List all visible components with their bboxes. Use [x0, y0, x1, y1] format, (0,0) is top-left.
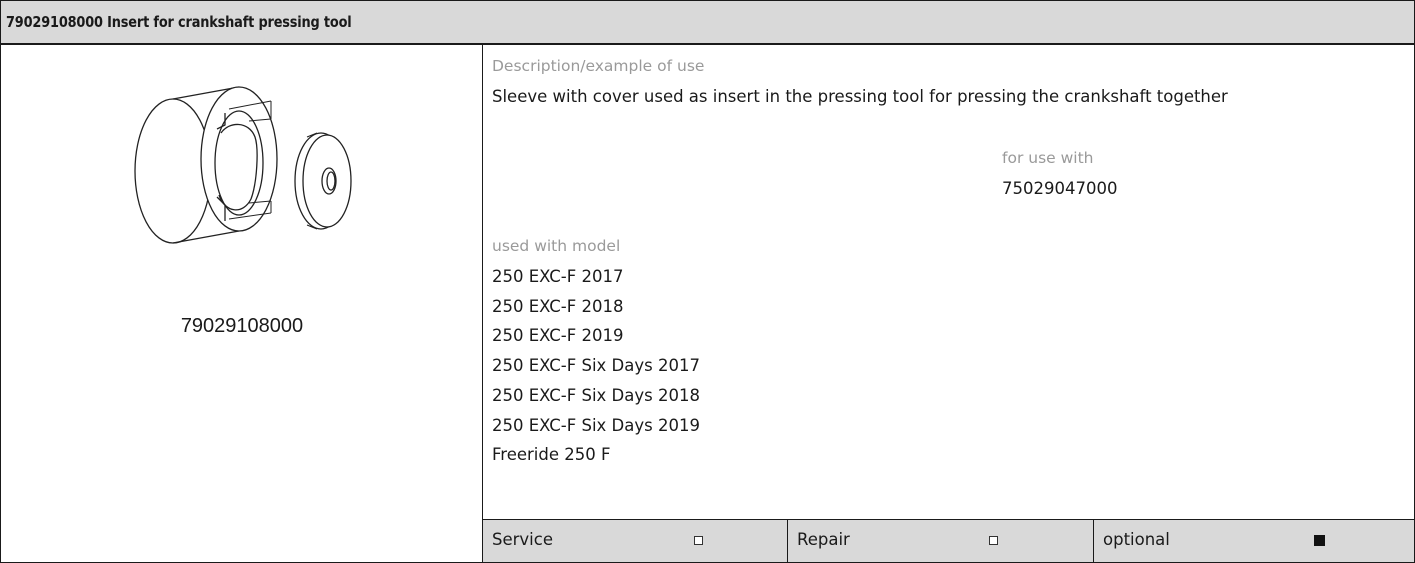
- repair-label: Repair: [797, 530, 850, 549]
- service-label: Service: [492, 530, 553, 549]
- sheet-header: 79029108000 Insert for crankshaft pressi…: [1, 1, 1414, 45]
- models-label: used with model: [492, 237, 621, 255]
- sleeve-and-cover-drawing-icon: [134, 86, 352, 244]
- model-item: 250 EXC-F 2018: [492, 297, 624, 316]
- description-text: Sleeve with cover used as insert in the …: [492, 87, 1228, 106]
- description-label: Description/example of use: [492, 57, 705, 75]
- model-item: 250 EXC-F Six Days 2018: [492, 386, 700, 405]
- repair-checkbox[interactable]: [989, 536, 998, 545]
- model-item: 250 EXC-F 2019: [492, 326, 624, 345]
- model-item: 250 EXC-F Six Days 2019: [492, 416, 700, 435]
- service-cell: Service: [483, 520, 788, 562]
- service-checkbox[interactable]: [694, 536, 703, 545]
- optional-label: optional: [1103, 530, 1170, 549]
- optional-cell: optional: [1094, 520, 1414, 562]
- tool-sheet: 79029108000 Insert for crankshaft pressi…: [0, 0, 1415, 563]
- page-title: 79029108000 Insert for crankshaft pressi…: [6, 13, 352, 31]
- details-column: Description/example of use Sleeve with c…: [483, 45, 1414, 562]
- image-column: 79029108000: [1, 45, 483, 562]
- usage-footer: Service Repair optional: [483, 519, 1414, 562]
- model-item: 250 EXC-F Six Days 2017: [492, 356, 700, 375]
- model-item: Freeride 250 F: [492, 445, 611, 464]
- model-item: 250 EXC-F 2017: [492, 267, 624, 286]
- for-use-with-value: 75029047000: [1002, 179, 1118, 198]
- optional-checkbox[interactable]: [1314, 535, 1325, 546]
- for-use-with-label: for use with: [1002, 149, 1094, 167]
- repair-cell: Repair: [788, 520, 1094, 562]
- illustration-part-number: 79029108000: [180, 315, 304, 337]
